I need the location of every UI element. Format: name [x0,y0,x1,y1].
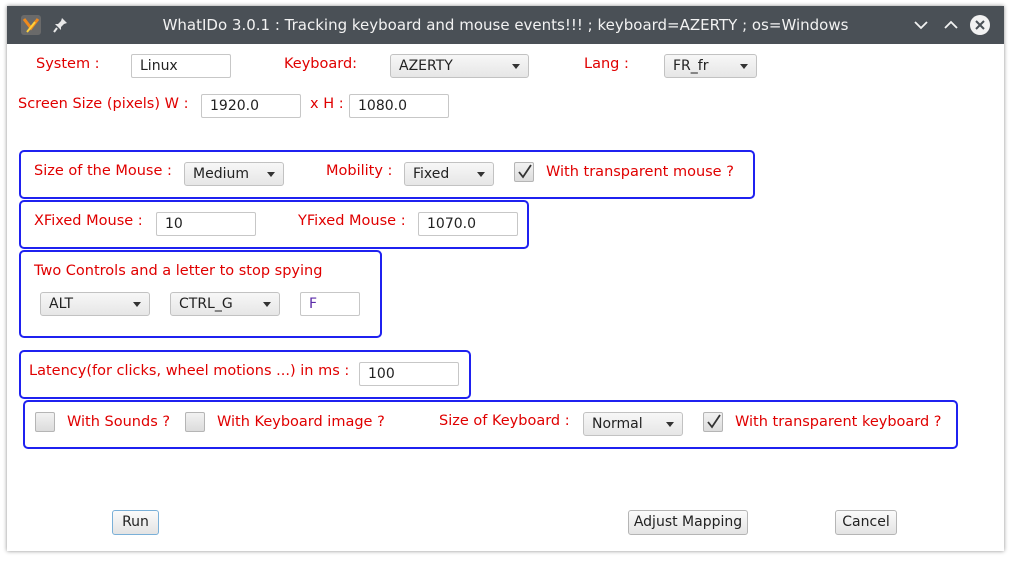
xfixed-field[interactable]: 10 [156,212,256,236]
yfixed-field[interactable]: 1070.0 [418,212,518,236]
adjust-mapping-button[interactable]: Adjust Mapping [628,510,748,535]
transparent-mouse-checkbox[interactable] [514,162,534,182]
cancel-button[interactable]: Cancel [835,510,897,535]
keyboard-size-select-value: Normal [592,416,643,432]
screen-width-field[interactable]: 1920.0 [201,94,301,118]
keyboard-size-label: Size of Keyboard : [439,413,570,429]
stop-letter-field[interactable]: F [300,292,360,316]
keyboard-select[interactable]: AZERTY [390,54,529,78]
lang-label: Lang : [584,56,629,72]
system-field[interactable]: Linux [131,54,231,78]
checkmark-icon [707,414,721,429]
screen-height-field[interactable]: 1080.0 [349,94,449,118]
chevron-down-icon [263,302,271,307]
system-label: System : [36,56,100,72]
keyboard-select-value: AZERTY [399,58,453,74]
chevron-down-icon [666,422,674,427]
transparent-keyboard-checkbox[interactable] [703,412,723,432]
control1-select[interactable]: ALT [40,292,150,316]
mouse-size-label: Size of the Mouse : [34,163,172,179]
transparent-keyboard-label: With transparent keyboard ? [735,414,942,430]
mobility-label: Mobility : [326,163,393,179]
xfixed-label: XFixed Mouse : [34,213,143,229]
chevron-down-icon [267,172,275,177]
control2-select-value: CTRL_G [179,296,233,312]
title-bar[interactable]: WhatIDo 3.0.1 : Tracking keyboard and mo… [7,6,1004,44]
chevron-down-icon [512,64,520,69]
sounds-checkbox[interactable] [35,412,55,432]
mobility-select-value: Fixed [413,166,450,182]
mouse-size-select-value: Medium [193,166,249,182]
keyboard-image-checkbox[interactable] [185,412,205,432]
lang-select[interactable]: FR_fr [664,54,757,78]
stop-keys-label: Two Controls and a letter to stop spying [34,263,323,279]
transparent-mouse-label: With transparent mouse ? [546,164,734,180]
chevron-down-icon [740,64,748,69]
close-icon[interactable] [969,14,991,36]
keyboard-label: Keyboard: [284,56,358,72]
screen-width-label: Screen Size (pixels) W : [18,96,189,112]
latency-field[interactable]: 100 [359,362,459,386]
chevron-down-icon [133,302,141,307]
chevron-down-icon[interactable] [910,14,932,36]
sounds-label: With Sounds ? [67,414,171,430]
control2-select[interactable]: CTRL_G [170,292,280,316]
app-window: WhatIDo 3.0.1 : Tracking keyboard and mo… [7,6,1004,551]
keyboard-image-label: With Keyboard image ? [217,414,385,430]
mobility-select[interactable]: Fixed [404,162,494,186]
checkmark-icon [518,164,532,179]
latency-label: Latency(for clicks, wheel motions ...) i… [29,363,350,379]
keyboard-size-select[interactable]: Normal [583,412,683,436]
chevron-down-icon [477,172,485,177]
window-title: WhatIDo 3.0.1 : Tracking keyboard and mo… [162,16,849,34]
control1-select-value: ALT [49,296,74,312]
form-panel: System : Linux Keyboard: AZERTY Lang : F… [7,44,1004,551]
mouse-size-select[interactable]: Medium [184,162,284,186]
yfixed-label: YFixed Mouse : [298,213,406,229]
screen-height-label: x H : [310,96,344,112]
chevron-up-icon[interactable] [940,14,962,36]
run-button[interactable]: Run [112,510,159,535]
lang-select-value: FR_fr [673,58,709,74]
